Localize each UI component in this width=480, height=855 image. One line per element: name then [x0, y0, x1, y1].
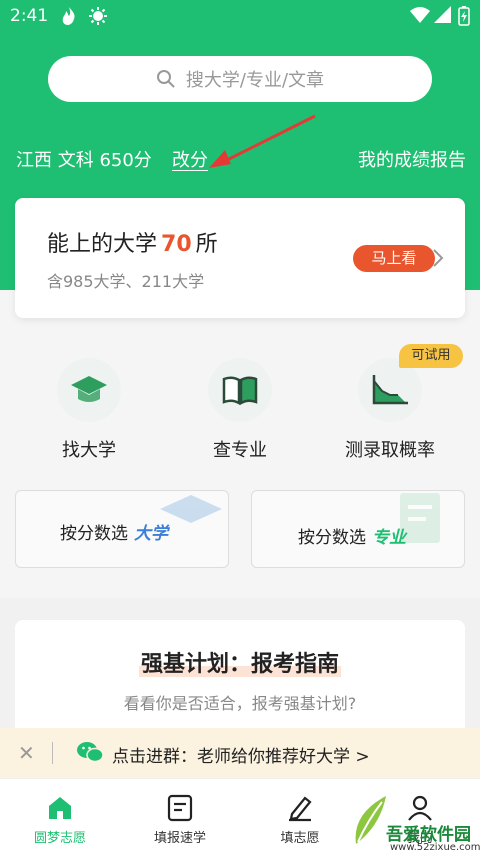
battery-icon [458, 6, 470, 31]
join-group-link[interactable]: 点击进群：老师给你推荐好大学 > [112, 742, 370, 767]
document-icon [120, 791, 240, 825]
qiangji-title: 强基计划：报考指南 [138, 652, 341, 677]
tab-fill-application-label: 填志愿 [280, 831, 320, 846]
eligible-universities-title: 能上的大学 70 所 [47, 232, 218, 257]
wechat-icon [77, 742, 104, 763]
filter-university-text: 按分数选 大学 [60, 524, 168, 544]
find-major-label: 查专业 [213, 440, 267, 461]
watermark: 吾爱软件园 www.52zixue.com [350, 790, 480, 855]
search-placeholder: 搜大学/专业/文章 [185, 70, 325, 91]
find-university-button[interactable]: 找大学 [19, 340, 159, 462]
status-time: 2:41 [10, 6, 49, 26]
divider [52, 742, 53, 764]
search-input[interactable]: 搜大学/专业/文章 [48, 56, 432, 102]
tab-fill-application[interactable]: 填志愿 [240, 779, 360, 855]
change-score-link[interactable]: 改分 [172, 146, 208, 172]
admission-probability-label: 测录取概率 [345, 440, 435, 461]
score-report-link[interactable]: 我的成绩报告 [358, 146, 466, 172]
graduation-cap-icon [57, 358, 121, 422]
gear-icon [88, 6, 108, 31]
view-now-button[interactable]: 马上看 [353, 245, 435, 272]
tab-home[interactable]: 圆梦志愿 [0, 779, 120, 855]
filter-by-score-university-button[interactable]: 按分数选 大学 [15, 490, 229, 568]
trial-badge: 可试用 [399, 344, 463, 368]
tab-home-label: 圆梦志愿 [33, 831, 86, 846]
watermark-url: www.52zixue.com [390, 842, 480, 853]
close-icon[interactable]: ✕ [18, 741, 35, 765]
filter-major-text: 按分数选 专业 [298, 528, 406, 548]
pen-icon [240, 791, 360, 825]
home-icon [0, 791, 120, 825]
find-university-label: 找大学 [62, 440, 116, 461]
article-section: 强基计划：报考指南 看看你是否适合，报考强基计划? [0, 598, 480, 750]
find-major-button[interactable]: 查专业 [170, 340, 310, 462]
qiangji-subtitle: 看看你是否适合，报考强基计划? [123, 694, 357, 713]
chevron-right-icon [433, 249, 444, 267]
search-icon [156, 70, 175, 88]
score-summary: 江西 文科 650分 [16, 150, 152, 171]
join-group-banner: ✕ 点击进群：老师给你推荐好大学 > [0, 728, 480, 778]
filter-by-score-major-button[interactable]: 按分数选 专业 [251, 490, 465, 568]
university-count: 70 [161, 232, 192, 257]
tab-quick-learn-label: 填报速学 [153, 831, 206, 846]
eligible-universities-card[interactable]: 能上的大学 70 所 含985大学、211大学 马上看 [15, 198, 465, 318]
eligible-universities-subtitle: 含985大学、211大学 [47, 272, 205, 291]
flame-icon [60, 6, 78, 31]
red-arrow-annotation [209, 114, 316, 168]
tab-quick-learn[interactable]: 填报速学 [120, 779, 240, 855]
signal-icon [434, 6, 452, 29]
wifi-icon [410, 6, 430, 29]
leaf-logo-icon [355, 796, 386, 844]
status-bar: 2:41 [0, 0, 480, 34]
book-icon [208, 358, 272, 422]
